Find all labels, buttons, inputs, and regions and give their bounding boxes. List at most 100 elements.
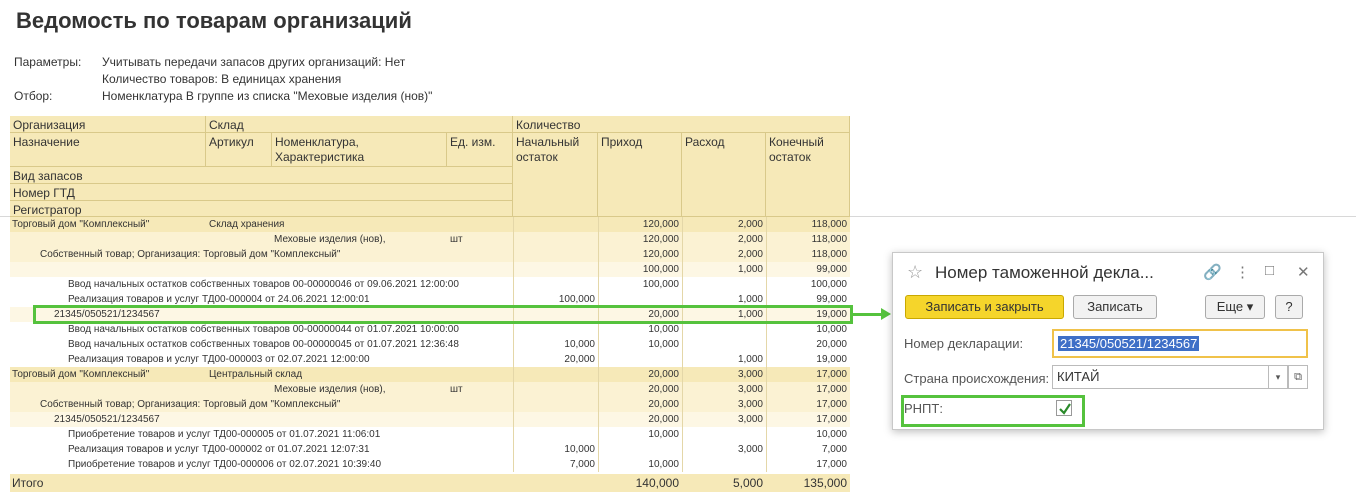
row-col2: Склад хранения [209, 219, 285, 230]
table-row[interactable]: Приобретение товаров и услуг ТД00-000005… [10, 427, 850, 442]
header-naznachenie: Назначение [10, 133, 206, 167]
row-rashod: 2,000 [737, 219, 763, 230]
row-nach [513, 217, 598, 232]
table-row[interactable]: Собственный товар; Организация: Торговый… [10, 397, 850, 412]
arrow-line [853, 313, 883, 316]
row-kon: 10,000 [816, 324, 847, 335]
row-rashod: 3,000 [737, 384, 763, 395]
table-row[interactable]: Ввод начальных остатков собственных това… [10, 277, 850, 292]
row-label: Приобретение товаров и услуг ТД00-000006… [68, 459, 382, 470]
row-kon: 17,000 [816, 459, 847, 470]
star-icon[interactable]: ☆ [907, 262, 923, 283]
row-rashod: 1,000 [737, 354, 763, 365]
declaration-label: Номер декларации: [904, 336, 1024, 351]
table-row[interactable]: Меховые изделия (нов), шт 20,000 3,000 17,00… [10, 382, 850, 397]
row-label [12, 382, 206, 397]
row-prihod: 20,000 [648, 399, 679, 410]
save-button[interactable]: Записать [1073, 295, 1157, 319]
row-label: Собственный товар; Организация: Торговый… [40, 399, 341, 410]
help-button[interactable]: ? [1275, 295, 1303, 319]
table-row[interactable]: 21345/050521/1234567 20,000 3,000 17,000 [10, 412, 850, 427]
maximize-icon[interactable]: □ [1265, 262, 1274, 279]
row-kon: 7,000 [821, 444, 847, 455]
table-row[interactable]: Реализация товаров и услуг ТД00-000003 о… [10, 352, 850, 367]
country-dropdown-button[interactable]: ▾ [1268, 365, 1288, 389]
row-rashod [682, 427, 766, 442]
table-row[interactable]: Торговый дом "Комплексный" Центральный ск… [10, 367, 850, 382]
row-prihod: 20,000 [648, 384, 679, 395]
row-nach [513, 277, 598, 292]
row-rashod [682, 277, 766, 292]
close-icon[interactable]: ✕ [1297, 263, 1310, 281]
row-label [12, 262, 512, 277]
row-rashod: 3,000 [737, 414, 763, 425]
row-rashod [682, 322, 766, 337]
row-prihod: 20,000 [648, 369, 679, 380]
row-label: Реализация товаров и услуг ТД00-000003 о… [68, 354, 370, 365]
table-row[interactable]: Реализация товаров и услуг ТД00-000002 о… [10, 442, 850, 457]
row-prihod: 100,000 [642, 264, 679, 275]
row-rashod: 3,000 [737, 399, 763, 410]
row-rashod: 3,000 [737, 444, 763, 455]
row-prihod: 10,000 [648, 459, 679, 470]
link-icon[interactable]: 🔗 [1203, 263, 1222, 281]
more-label: Еще [1216, 299, 1244, 314]
row-nach [513, 247, 598, 262]
row-prihod: 10,000 [648, 324, 679, 335]
row-kon: 118,000 [811, 219, 847, 230]
country-select[interactable]: КИТАЙ [1052, 365, 1269, 389]
row-nach [513, 232, 598, 247]
filter-label: Отбор: [14, 89, 53, 103]
row-label: Собственный товар; Организация: Торговый… [40, 249, 341, 260]
table-row[interactable]: Меховые изделия (нов), шт 120,000 2,000 118,… [10, 232, 850, 247]
row-kon: 17,000 [816, 414, 847, 425]
table-row[interactable]: 100,000 1,000 99,000 [10, 262, 850, 277]
param-value: Количество товаров: В единицах хранения [102, 72, 342, 86]
total-row: Итого 140,000 5,000 135,000 [10, 474, 850, 492]
row-kon: 17,000 [816, 384, 847, 395]
arrow-head-icon [881, 308, 891, 320]
header-org: Организация [10, 116, 206, 133]
total-label: Итого [12, 476, 44, 490]
total-rashod: 5,000 [732, 476, 763, 490]
row-label: Приобретение товаров и услуг ТД00-000005… [68, 429, 381, 440]
row-label: 21345/050521/1234567 [54, 414, 160, 425]
row-nach: 7,000 [569, 459, 595, 470]
table-row[interactable]: Торговый дом "Комплексный" Склад хранения… [10, 217, 850, 232]
row-nach [513, 322, 598, 337]
row-col2: Меховые изделия (нов), [274, 234, 386, 245]
row-unit: шт [450, 234, 463, 245]
row-kon: 10,000 [816, 429, 847, 440]
header-kolichestvo: Количество [513, 116, 850, 133]
filter-value: Номенклатура В группе из списка "Меховые… [102, 89, 433, 103]
rnpt-label: РНПТ: [904, 401, 943, 416]
row-nach: 10,000 [564, 444, 595, 455]
table-row[interactable]: Собственный товар; Организация: Торговый… [10, 247, 850, 262]
header-registrator: Регистратор [10, 201, 513, 217]
total-kon: 135,000 [803, 476, 847, 490]
row-prihod [598, 352, 682, 367]
country-label: Страна происхождения: [904, 371, 1050, 386]
open-country-button[interactable]: ⧉ [1288, 365, 1308, 389]
row-col2: Меховые изделия (нов), [274, 384, 386, 395]
row-label: Реализация товаров и услуг ТД00-000002 о… [68, 444, 370, 455]
header-vid: Вид запасов [10, 167, 513, 184]
row-label: Торговый дом "Комплексный" [12, 369, 150, 380]
table-row[interactable]: Ввод начальных остатков собственных това… [10, 337, 850, 352]
header-kon: Конечный остаток [766, 133, 850, 217]
header-prihod: Приход [598, 133, 682, 217]
table-row[interactable]: Ввод начальных остатков собственных това… [10, 322, 850, 337]
rnpt-checkbox[interactable] [1056, 400, 1072, 416]
row-prihod: 120,000 [642, 219, 679, 230]
table-row[interactable]: Приобретение товаров и услуг ТД00-000006… [10, 457, 850, 472]
row-kon: 118,000 [811, 234, 847, 245]
more-vert-icon[interactable]: ⋮ [1235, 263, 1250, 281]
row-prihod: 20,000 [648, 414, 679, 425]
save-and-close-button[interactable]: Записать и закрыть [905, 295, 1064, 319]
check-icon [1059, 403, 1071, 415]
row-nach: 20,000 [564, 354, 595, 365]
customs-declaration-dialog: ☆ Номер таможенной декла... 🔗 ⋮ □ ✕ Запи… [892, 252, 1324, 430]
declaration-number-input[interactable]: 21345/050521/1234567 [1052, 329, 1308, 358]
more-button[interactable]: Еще ▾ [1205, 295, 1265, 319]
param-label: Параметры: [14, 55, 82, 69]
